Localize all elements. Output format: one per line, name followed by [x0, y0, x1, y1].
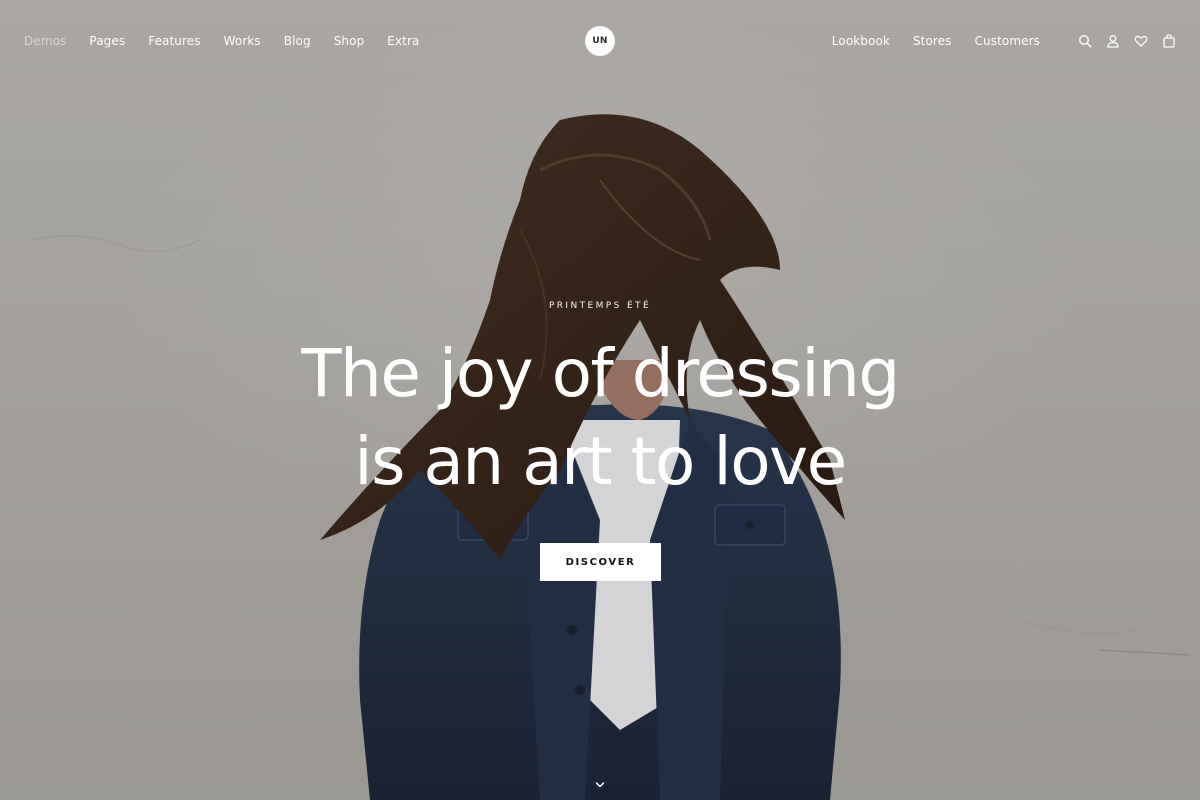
nav-blog[interactable]: Blog: [284, 34, 311, 48]
nav-works[interactable]: Works: [224, 34, 261, 48]
site-logo[interactable]: UN: [585, 26, 615, 56]
headline-line-1: The joy of dressing: [301, 335, 900, 412]
secondary-nav: Lookbook Stores Customers: [809, 0, 1176, 82]
logo-text: UN: [592, 36, 608, 46]
hero-headline: The joy of dressing is an art to love: [0, 330, 1200, 506]
nav-stores[interactable]: Stores: [913, 34, 952, 48]
discover-button[interactable]: DISCOVER: [540, 543, 661, 581]
nav-shop[interactable]: Shop: [334, 34, 365, 48]
hero-section: Demos Pages Features Works Blog Shop Ext…: [0, 0, 1200, 800]
headline-line-2: is an art to love: [354, 423, 847, 500]
header-icons: [1064, 34, 1176, 48]
nav-customers[interactable]: Customers: [975, 34, 1040, 48]
bag-icon[interactable]: [1162, 34, 1176, 48]
site-header: Demos Pages Features Works Blog Shop Ext…: [0, 0, 1200, 82]
nav-demos[interactable]: Demos: [24, 34, 66, 48]
nav-pages[interactable]: Pages: [89, 34, 125, 48]
search-icon[interactable]: [1078, 34, 1092, 48]
primary-nav: Demos Pages Features Works Blog Shop Ext…: [24, 0, 442, 82]
nav-extra[interactable]: Extra: [387, 34, 419, 48]
nav-features[interactable]: Features: [148, 34, 200, 48]
nav-lookbook[interactable]: Lookbook: [832, 34, 890, 48]
heart-icon[interactable]: [1134, 34, 1148, 48]
chevron-down-icon[interactable]: [594, 776, 606, 788]
user-icon[interactable]: [1106, 34, 1120, 48]
hero-kicker: PRINTEMPS ÉTÉ: [548, 301, 652, 311]
